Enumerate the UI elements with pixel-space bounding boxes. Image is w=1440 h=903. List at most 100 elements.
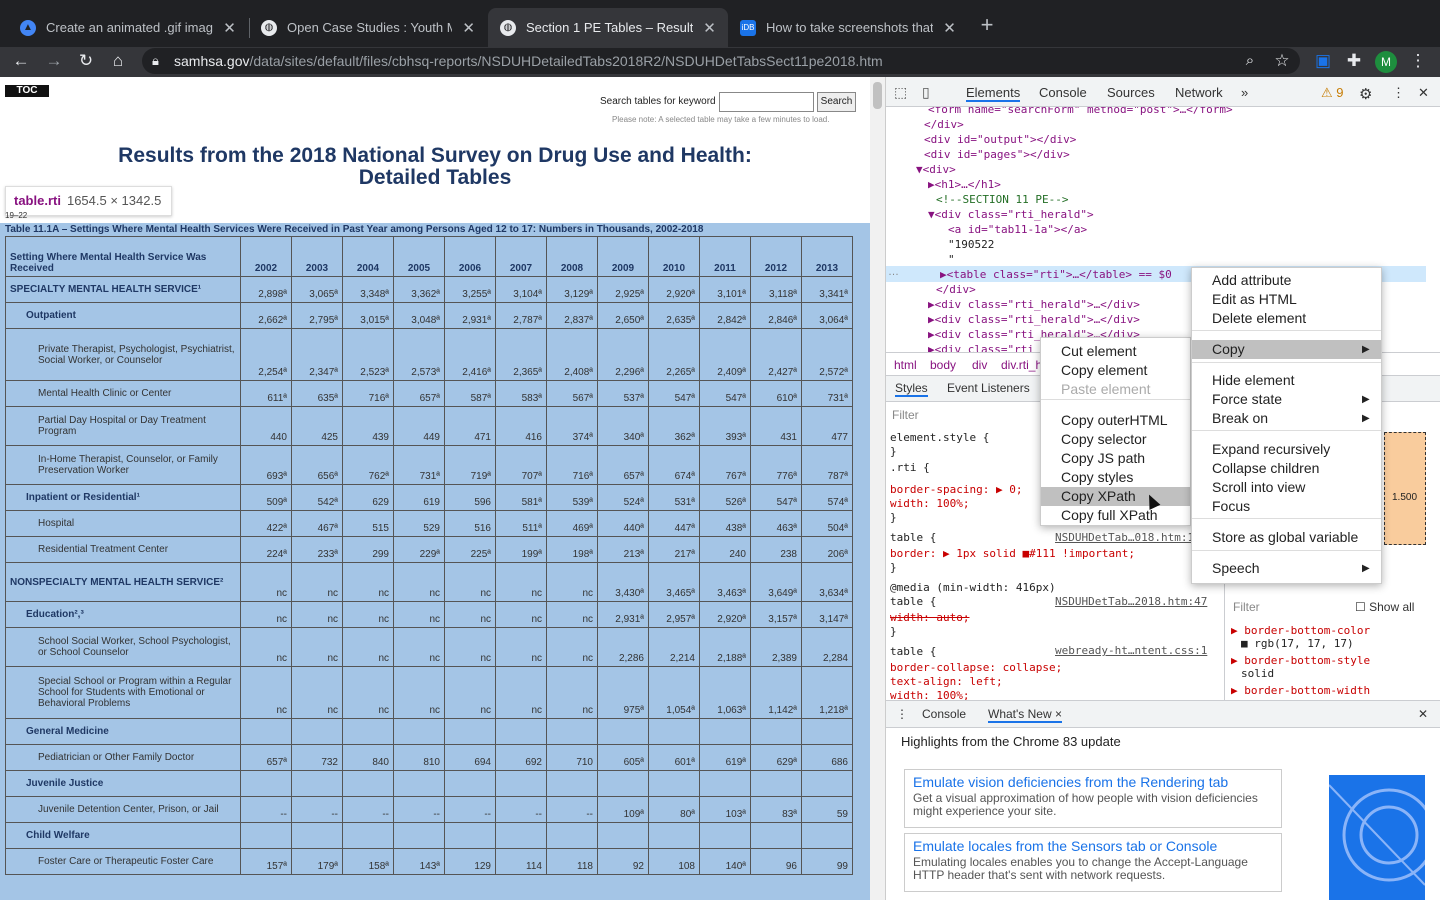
dom-node[interactable]: ▶<h1>…</h1> bbox=[928, 178, 1001, 191]
dom-node[interactable]: ▶<div class="rti_herald">…</div> bbox=[928, 298, 1140, 311]
style-line[interactable]: table { bbox=[890, 531, 936, 544]
toc-link[interactable]: TOC bbox=[5, 85, 49, 97]
kebab-menu-icon[interactable]: ⋮ bbox=[1407, 50, 1429, 72]
dom-node[interactable]: <a id="tab11-1a"></a> bbox=[948, 223, 1087, 236]
tab-sources[interactable]: Sources bbox=[1107, 85, 1155, 100]
tab-event-listeners[interactable]: Event Listeners bbox=[947, 381, 1030, 395]
dom-node[interactable]: <div id="pages"></div> bbox=[924, 148, 1070, 161]
dom-node[interactable]: <form name="searchForm" method="post">…<… bbox=[928, 107, 1233, 116]
tab-3-active[interactable]: ◍ Section 1 PE Tables – Results f ✕ bbox=[488, 8, 728, 47]
dom-node[interactable]: "190522 bbox=[948, 238, 994, 251]
style-line[interactable]: width: 100%; bbox=[890, 689, 969, 700]
show-all-checkbox[interactable]: ☐ Show all bbox=[1355, 600, 1414, 614]
card-title[interactable]: Emulate vision deficiencies from the Ren… bbox=[913, 774, 1273, 790]
style-line[interactable]: @media (min-width: 416px) bbox=[890, 581, 1056, 594]
tab-elements[interactable]: Elements bbox=[966, 85, 1021, 102]
style-line[interactable]: border: ▶ 1px solid ■#111 !important; bbox=[890, 547, 1135, 560]
search-input[interactable] bbox=[719, 92, 814, 112]
computed-prop[interactable]: ▶ border-bottom-width bbox=[1231, 684, 1370, 697]
menu-item-store-as-global-variable[interactable]: Store as global variable bbox=[1192, 528, 1381, 547]
close-icon[interactable]: ✕ bbox=[462, 19, 475, 37]
menu-item-edit-as-html[interactable]: Edit as HTML bbox=[1192, 290, 1381, 309]
computed-prop[interactable]: ▶ border-bottom-color bbox=[1231, 624, 1370, 637]
style-line[interactable]: text-align: left; bbox=[890, 675, 1003, 688]
computed-filter-input[interactable]: Filter bbox=[1233, 600, 1260, 614]
dom-node[interactable]: </div> bbox=[936, 283, 976, 296]
drawer-tab-whats-new[interactable]: What's New × bbox=[988, 707, 1062, 723]
close-devtools-icon[interactable]: ✕ bbox=[1418, 85, 1429, 101]
home-icon[interactable]: ⌂ bbox=[107, 50, 129, 72]
style-line[interactable]: element.style { bbox=[890, 431, 989, 444]
ellipsis-icon[interactable]: … bbox=[888, 266, 899, 278]
style-line[interactable]: } bbox=[890, 561, 897, 574]
drawer-tab-console[interactable]: Console bbox=[922, 707, 966, 721]
menu-item-delete-element[interactable]: Delete element bbox=[1192, 309, 1381, 328]
drawer-menu-icon[interactable]: ⋮ bbox=[896, 707, 908, 721]
style-line[interactable]: table { bbox=[890, 595, 936, 608]
style-line[interactable]: table { bbox=[890, 645, 936, 658]
dom-node[interactable]: <div id="output"></div> bbox=[924, 133, 1076, 146]
dom-node[interactable]: ▶<table class="rti">…</table> == $0 bbox=[940, 268, 1172, 281]
style-line[interactable]: .rti { bbox=[890, 461, 930, 474]
style-line[interactable]: } bbox=[890, 445, 897, 458]
close-icon[interactable]: ✕ bbox=[943, 19, 956, 37]
menu-item-add-attribute[interactable]: Add attribute bbox=[1192, 271, 1381, 290]
dom-node[interactable]: ▼<div> bbox=[916, 163, 956, 176]
news-card-locales[interactable]: Emulate locales from the Sensors tab or … bbox=[904, 833, 1282, 892]
menu-item-copy-selector[interactable]: Copy selector bbox=[1041, 430, 1190, 449]
breadcrumb-body[interactable]: body bbox=[930, 358, 956, 372]
tab-1[interactable]: ▲ Create an animated .gif image ✕ bbox=[8, 8, 248, 47]
forward-icon[interactable]: → bbox=[43, 50, 65, 72]
menu-item-force-state[interactable]: Force state bbox=[1192, 390, 1381, 409]
menu-item-hide-element[interactable]: Hide element bbox=[1192, 371, 1381, 390]
style-line[interactable]: border-collapse: collapse; bbox=[890, 661, 1062, 674]
tab-2[interactable]: ◍ Open Case Studies : Youth Me ✕ bbox=[249, 8, 487, 47]
style-source-link-1[interactable]: NSDUHDetTab…018.htm:1 bbox=[1055, 531, 1194, 544]
dom-node[interactable]: ▶<div class="rti_herald">…</div> bbox=[928, 313, 1140, 326]
style-source-link-3[interactable]: webready-ht…ntent.css:1 bbox=[1055, 644, 1207, 657]
news-card-vision[interactable]: Emulate vision deficiencies from the Ren… bbox=[904, 769, 1282, 828]
style-line[interactable]: width: auto; bbox=[890, 611, 969, 624]
menu-item-copy-styles[interactable]: Copy styles bbox=[1041, 468, 1190, 487]
search-button[interactable]: Search bbox=[817, 92, 856, 112]
page-scroll-thumb[interactable] bbox=[873, 82, 882, 109]
tab-4[interactable]: iDB How to take screenshots that ✕ bbox=[728, 8, 968, 47]
breadcrumb-div[interactable]: div bbox=[972, 358, 987, 372]
extension-idb-icon[interactable]: ▣ bbox=[1312, 50, 1334, 72]
style-line[interactable]: } bbox=[890, 625, 897, 638]
style-line[interactable]: width: 100%; bbox=[890, 497, 969, 510]
style-source-link-2[interactable]: NSDUHDetTab…2018.htm:47 bbox=[1055, 595, 1207, 608]
url-text[interactable]: samhsa.gov/data/sites/default/files/cbhs… bbox=[174, 53, 883, 69]
card-title[interactable]: Emulate locales from the Sensors tab or … bbox=[913, 838, 1273, 854]
computed-prop[interactable]: ▶ border-bottom-style bbox=[1231, 654, 1370, 667]
styles-filter-input[interactable]: Filter bbox=[892, 408, 919, 422]
menu-item-copy-js-path[interactable]: Copy JS path bbox=[1041, 449, 1190, 468]
close-icon[interactable]: ✕ bbox=[223, 19, 236, 37]
menu-item-copy-full-xpath[interactable]: Copy full XPath bbox=[1041, 506, 1190, 525]
menu-item-cut-element[interactable]: Cut element bbox=[1041, 342, 1190, 361]
menu-item-paste-element[interactable]: Paste element bbox=[1041, 380, 1190, 399]
gear-icon[interactable]: ⚙ bbox=[1359, 85, 1372, 103]
page-scrollbar[interactable] bbox=[870, 77, 885, 900]
new-tab-button[interactable]: + bbox=[976, 14, 998, 36]
style-line[interactable]: border-spacing: ▶ 0; bbox=[890, 483, 1022, 496]
menu-item-focus[interactable]: Focus bbox=[1192, 497, 1381, 516]
inspect-icon[interactable]: ⬚ bbox=[894, 84, 907, 101]
breadcrumb-div-rti[interactable]: div.rti_h bbox=[1001, 358, 1042, 372]
reload-icon[interactable]: ↻ bbox=[75, 50, 97, 72]
menu-item-collapse-children[interactable]: Collapse children bbox=[1192, 459, 1381, 478]
tab-console[interactable]: Console bbox=[1039, 85, 1087, 100]
kebab-icon[interactable]: ⋮ bbox=[1392, 85, 1405, 101]
menu-item-copy-xpath[interactable]: Copy XPath bbox=[1041, 487, 1190, 506]
menu-item-expand-recursively[interactable]: Expand recursively bbox=[1192, 440, 1381, 459]
zoom-icon[interactable]: ⌕ bbox=[1239, 50, 1261, 72]
menu-item-scroll-into-view[interactable]: Scroll into view bbox=[1192, 478, 1381, 497]
dom-node[interactable]: </div> bbox=[924, 118, 964, 131]
tab-network[interactable]: Network bbox=[1175, 85, 1223, 100]
star-icon[interactable]: ☆ bbox=[1271, 50, 1293, 72]
device-toolbar-icon[interactable]: ▯ bbox=[922, 84, 930, 101]
style-line[interactable]: } bbox=[890, 511, 897, 524]
tab-styles[interactable]: Styles bbox=[895, 381, 928, 397]
dom-node[interactable]: " bbox=[948, 253, 955, 266]
more-tabs-icon[interactable]: » bbox=[1241, 85, 1248, 100]
